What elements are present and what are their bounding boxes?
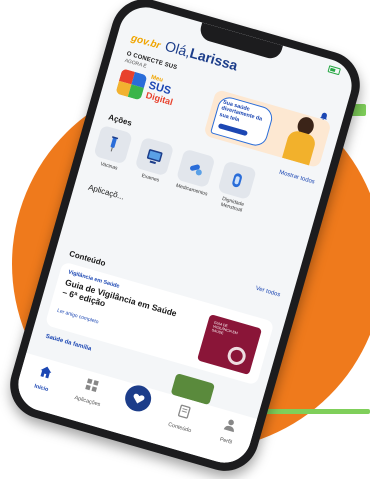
meu-sus-logo-icon — [115, 68, 148, 101]
person-illustration — [280, 113, 323, 166]
content-headline: Guia de Vigilância em Saúde – 6ª edição — [61, 277, 178, 319]
show-all-link[interactable]: Mostrar todos — [278, 170, 315, 186]
pills-icon — [190, 164, 202, 176]
document-icon — [178, 404, 191, 419]
cover-title: GUIA DE VIGILÂNCIA EM SAÚDE — [211, 320, 239, 336]
brand-logo: gov.br — [129, 32, 162, 52]
guide-cover-image: GUIA DE VIGILÂNCIA EM SAÚDE — [196, 314, 263, 376]
tab-center[interactable] — [115, 382, 160, 418]
syringe-icon — [110, 136, 119, 152]
monitor-icon — [146, 149, 163, 165]
heart-button[interactable] — [122, 382, 155, 415]
tab-home[interactable]: Início — [21, 360, 67, 397]
user-name: Larissa — [188, 44, 240, 74]
tab-applications[interactable]: Aplicações — [67, 373, 113, 410]
action-vaccines[interactable]: Vacinas — [89, 124, 137, 180]
home-icon — [40, 366, 52, 379]
battery-icon — [327, 65, 341, 76]
meu-sus-logo: Meu SUS Digital — [144, 74, 174, 108]
applications-section-title: Aplicaçõ... — [87, 182, 126, 202]
heart-icon — [133, 393, 145, 403]
grid-icon — [85, 378, 99, 392]
action-menstrual-dignity[interactable]: Dignidade Menstrual — [213, 160, 261, 215]
decorative-line — [262, 409, 370, 414]
pad-icon — [232, 173, 242, 188]
read-article-link[interactable]: Ler artigo completo — [56, 308, 99, 326]
action-exams[interactable]: Exames — [131, 136, 179, 192]
person-icon — [223, 419, 234, 433]
promo-banner[interactable]: Sua saúde divertamente da sua tela — [203, 89, 332, 169]
tab-profile[interactable]: Perfil — [206, 413, 252, 450]
content-card[interactable]: Vigilância em Saúde Guia de Vigilância e… — [44, 261, 275, 386]
action-medications[interactable]: Medicamentos — [172, 148, 220, 204]
actions-section-title: Ações — [107, 112, 133, 128]
tab-content[interactable]: Conteúdo — [160, 399, 206, 436]
see-all-link[interactable]: Ver todos — [255, 286, 281, 299]
